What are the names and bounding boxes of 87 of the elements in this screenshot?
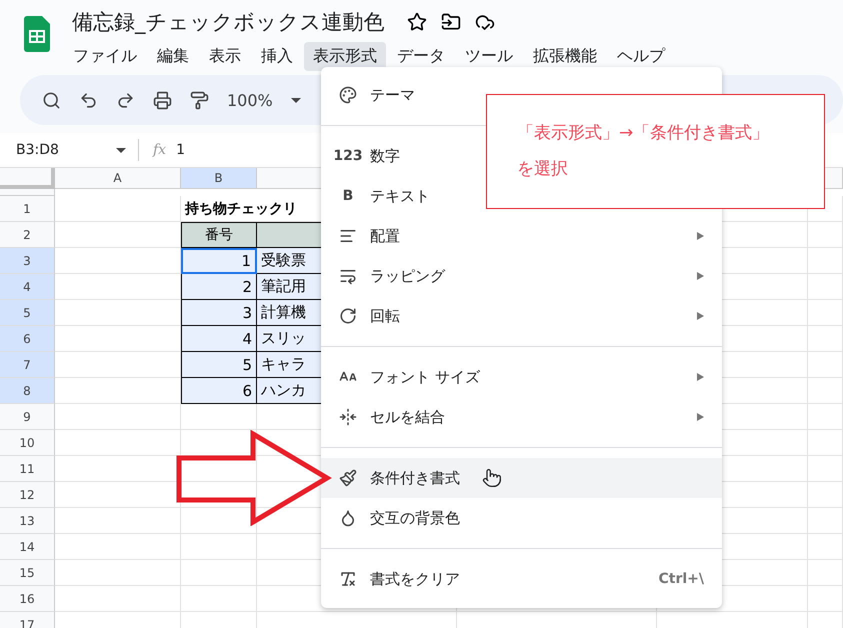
row-header[interactable]: 12: [0, 482, 55, 508]
row-header[interactable]: 16: [0, 586, 55, 612]
undo-icon[interactable]: [79, 90, 98, 110]
menu-option[interactable]: フォント サイズ: [321, 357, 722, 397]
wrap-text-icon: [339, 267, 357, 285]
row-header[interactable]: 8: [0, 378, 55, 404]
format-glyph: B: [342, 188, 354, 204]
annotation-text: 「表示形式」→「条件付き書式」: [517, 122, 770, 145]
menu-item[interactable]: 編集: [148, 42, 198, 71]
align-left-icon: [339, 227, 357, 245]
shortcut-label: Ctrl+\: [658, 571, 704, 587]
menu-item[interactable]: 拡張機能: [524, 42, 606, 71]
paint-roller-icon[interactable]: [190, 90, 209, 110]
row-header[interactable]: 3: [0, 248, 55, 274]
menu-option[interactable]: ラッピング: [321, 256, 722, 296]
row-header[interactable]: 11: [0, 456, 55, 482]
clear-format-icon: [339, 570, 357, 588]
table-cell: [808, 456, 843, 482]
row-header[interactable]: 4: [0, 274, 55, 300]
table-cell: [808, 248, 843, 274]
row-header[interactable]: 1: [0, 196, 55, 222]
name-box[interactable]: B3:D8: [16, 142, 59, 158]
menu-option[interactable]: 書式をクリア Ctrl+\: [321, 559, 722, 599]
menu-option[interactable]: 条件付き書式: [321, 458, 722, 498]
menu-option[interactable]: 交互の背景色: [321, 498, 722, 538]
row-header[interactable]: 15: [0, 560, 55, 586]
row-header[interactable]: 10: [0, 430, 55, 456]
menu-item[interactable]: データ: [388, 42, 454, 71]
table-cell: [808, 482, 843, 508]
menu-option[interactable]: 回転: [321, 296, 722, 336]
table-cell: 1: [181, 248, 257, 274]
redo-icon[interactable]: [116, 90, 135, 110]
table-cell: [808, 404, 843, 430]
column-header[interactable]: B: [181, 168, 257, 189]
menu-item[interactable]: 表示形式: [304, 42, 386, 71]
format-glyph: 123: [333, 148, 363, 164]
star-icon[interactable]: [406, 12, 426, 32]
row-header[interactable]: 9: [0, 404, 55, 430]
row-header[interactable]: 6: [0, 326, 55, 352]
table-cell: [808, 508, 843, 534]
table-cell: [808, 326, 843, 352]
document-title[interactable]: 備忘録_チェックボックス連動色: [72, 8, 384, 36]
palette-icon: [339, 86, 357, 104]
table-cell: 3: [181, 300, 257, 326]
table-cell: [808, 560, 843, 586]
table-cell: [808, 352, 843, 378]
menu-item[interactable]: 表示: [200, 42, 250, 71]
menu-item[interactable]: ヘルプ: [608, 42, 674, 71]
table-cell: [808, 222, 843, 248]
menu-option[interactable]: 配置: [321, 216, 722, 256]
table-cell: 6: [181, 378, 257, 404]
menu-item[interactable]: 挿入: [252, 42, 302, 71]
table-cell: [808, 300, 843, 326]
sheets-logo-icon: [24, 16, 50, 52]
column-header[interactable]: A: [55, 168, 181, 189]
table-header-cell: 番号: [181, 222, 257, 248]
fx-label: fx: [153, 142, 166, 158]
rotate-icon: [339, 307, 357, 325]
caret-icon[interactable]: [290, 98, 301, 102]
print-icon[interactable]: [153, 90, 172, 110]
table-cell: [808, 586, 843, 612]
row-header[interactable]: 2: [0, 222, 55, 248]
row-header[interactable]: 13: [0, 508, 55, 534]
caret-icon[interactable]: [116, 148, 126, 152]
arrow-icon: [176, 430, 332, 526]
zoom-select[interactable]: 100%: [227, 90, 273, 110]
table-cell: [808, 274, 843, 300]
paintbrush-icon: [339, 469, 357, 487]
menu-item[interactable]: ツール: [456, 42, 522, 71]
menu-item[interactable]: ファイル: [64, 42, 146, 71]
search-icon[interactable]: [42, 90, 61, 110]
move-folder-icon[interactable]: [440, 12, 460, 32]
hand-cursor-icon: [482, 468, 502, 488]
row-header[interactable]: 5: [0, 300, 55, 326]
table-cell: 5: [181, 352, 257, 378]
table-cell: [808, 378, 843, 404]
droplet-icon: [339, 509, 357, 527]
table-cell: [808, 534, 843, 560]
row-header[interactable]: 14: [0, 534, 55, 560]
row-header[interactable]: 7: [0, 352, 55, 378]
table-cell: [808, 430, 843, 456]
formula-value[interactable]: 1: [176, 142, 185, 158]
sheet-title: 持ち物チェックリ: [184, 200, 298, 218]
menu-option[interactable]: セルを結合: [321, 397, 722, 437]
table-cell: 2: [181, 274, 257, 300]
table-cell: 4: [181, 326, 257, 352]
merge-icon: [339, 408, 357, 426]
